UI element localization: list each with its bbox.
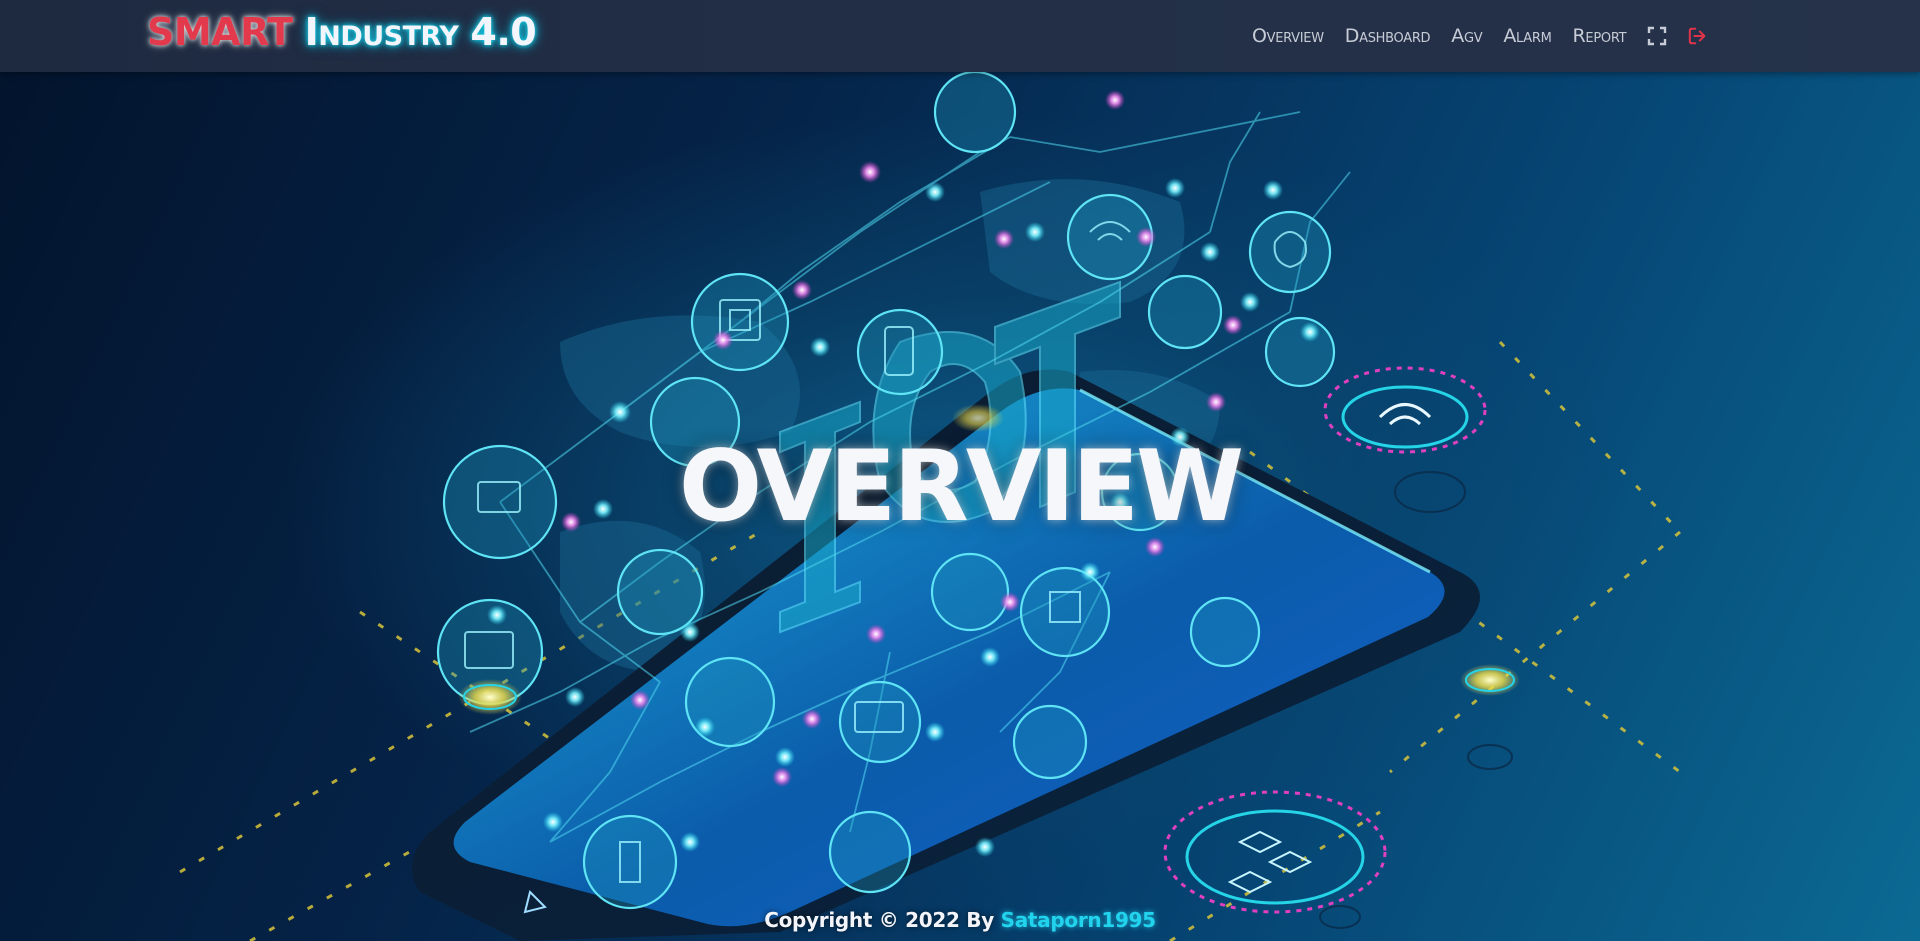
copyright-text: Copyright © 2022 By bbox=[764, 908, 994, 932]
brand-smart-text: SMART bbox=[147, 10, 293, 54]
nav-menu: Overview Dashboard Agv Alarm Report bbox=[1252, 20, 1708, 52]
fullscreen-icon[interactable] bbox=[1647, 26, 1667, 46]
brand-industry-text: Industry bbox=[304, 10, 459, 54]
brand-version-text: 4.0 bbox=[470, 10, 537, 54]
nav-item-agv[interactable]: Agv bbox=[1451, 25, 1482, 47]
footer-copyright: Copyright © 2022 By Sataporn1995 bbox=[0, 908, 1920, 932]
top-navbar: SMART Industry 4.0 Overview Dashboard Ag… bbox=[0, 0, 1920, 72]
logout-icon[interactable] bbox=[1688, 26, 1708, 46]
nav-item-report[interactable]: Report bbox=[1573, 25, 1627, 47]
hero-section: OVERVIEW bbox=[0, 72, 1920, 941]
author-link[interactable]: Sataporn1995 bbox=[1001, 908, 1156, 932]
brand-logo[interactable]: SMART Industry 4.0 bbox=[147, 10, 537, 58]
nav-item-overview[interactable]: Overview bbox=[1252, 25, 1324, 47]
nav-item-dashboard[interactable]: Dashboard bbox=[1345, 25, 1431, 47]
nav-item-alarm[interactable]: Alarm bbox=[1503, 25, 1551, 47]
page-title: OVERVIEW bbox=[678, 430, 1244, 544]
